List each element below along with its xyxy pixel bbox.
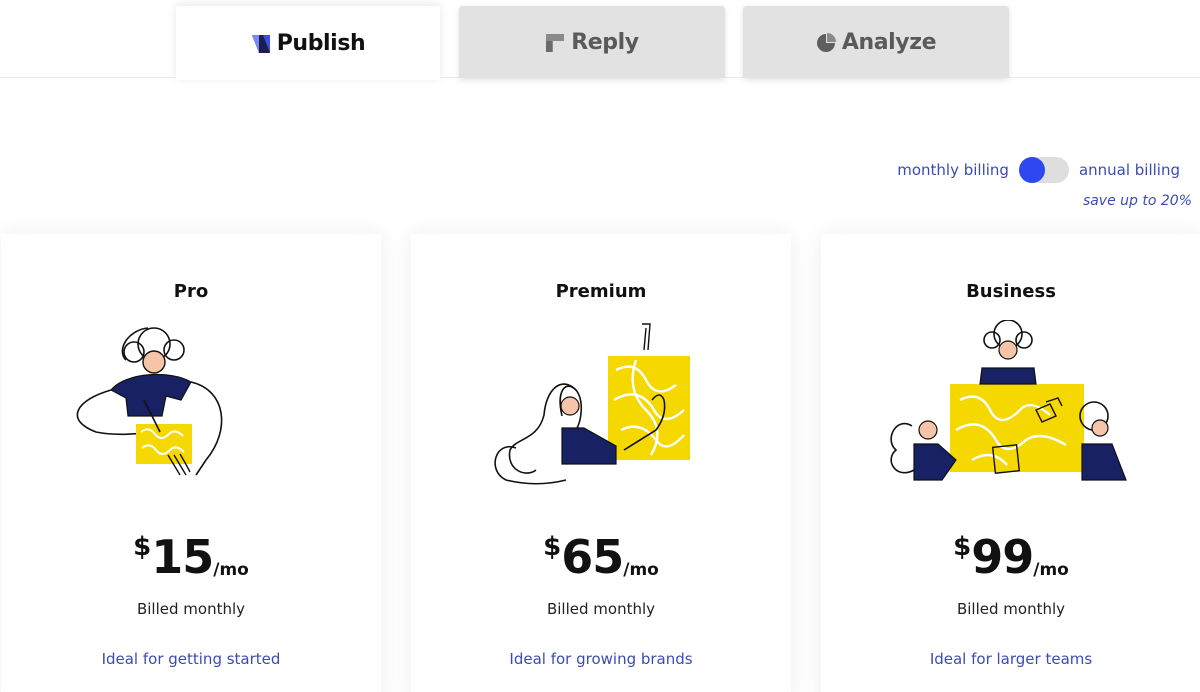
plan-price: $ 99 /mo <box>821 530 1200 584</box>
analyze-pie-icon <box>816 33 836 52</box>
person-painting-illustration <box>494 323 690 485</box>
price-amount: 99 <box>971 530 1034 584</box>
save-note: save up to 20% <box>1082 193 1192 209</box>
tab-analyze[interactable]: Analyze <box>743 6 1009 78</box>
price-currency: $ <box>133 532 152 562</box>
plan-card-premium: Premium $ 65 /mo Billed monthly Ideal fo… <box>411 234 791 692</box>
price-currency: $ <box>953 532 972 562</box>
plan-name: Business <box>966 281 1056 302</box>
billed-frequency: Billed monthly <box>546 600 656 618</box>
team-collaborating-illustration <box>890 320 1127 481</box>
publish-logo-icon <box>251 35 270 53</box>
price-period: /mo <box>1033 560 1069 580</box>
monthly-billing-label[interactable]: monthly billing <box>897 161 1009 179</box>
tab-publish[interactable]: Publish <box>176 6 440 80</box>
tab-analyze-label: Analyze <box>841 29 937 55</box>
plan-name: Pro <box>173 281 209 302</box>
billing-toggle-switch[interactable] <box>1018 157 1069 183</box>
price-amount: 65 <box>561 530 624 584</box>
plan-name: Premium <box>555 281 647 302</box>
annual-billing-label[interactable]: annual billing <box>1079 161 1180 179</box>
product-tab-bar: Publish Reply Analyze <box>0 0 1200 80</box>
tab-reply-label: Reply <box>571 29 639 55</box>
plan-card-pro: Pro $ 15 /mo Billed monthly Ideal for ge… <box>1 234 381 692</box>
plan-ideal-link[interactable]: Ideal for larger teams <box>821 650 1200 668</box>
billed-frequency: Billed monthly <box>956 600 1066 618</box>
price-period: /mo <box>623 560 659 580</box>
toggle-knob <box>1018 157 1045 183</box>
plan-price: $ 15 /mo <box>1 530 381 584</box>
billing-toggle-group: monthly billing annual billing <box>897 157 1180 183</box>
price-amount: 15 <box>151 530 214 584</box>
pricing-page: Publish Reply Analyze monthly billing an… <box>0 0 1200 692</box>
billed-frequency: Billed monthly <box>136 600 246 618</box>
tab-reply[interactable]: Reply <box>459 6 725 78</box>
price-currency: $ <box>543 532 562 562</box>
reply-logo-icon <box>546 34 565 52</box>
price-period: /mo <box>213 560 249 580</box>
plan-ideal-link[interactable]: Ideal for getting started <box>1 650 381 668</box>
plan-card-business: Business $ 99 /mo Billed monthly Ideal f… <box>821 234 1200 692</box>
plan-price: $ 65 /mo <box>411 530 791 584</box>
person-writing-illustration <box>76 327 223 476</box>
tab-publish-label: Publish <box>276 30 366 56</box>
plan-ideal-link[interactable]: Ideal for growing brands <box>411 650 791 668</box>
